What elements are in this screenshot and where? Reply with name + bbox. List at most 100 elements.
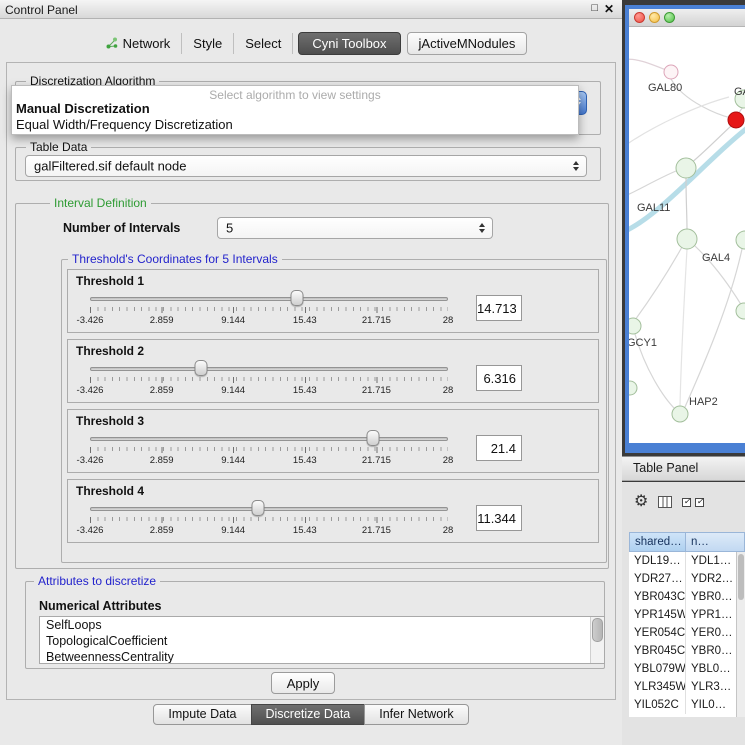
columns-icon[interactable]: [658, 496, 672, 508]
scale-label: 9.144: [221, 455, 245, 466]
dropdown-item-manual-discretization[interactable]: Manual Discretization: [12, 101, 578, 117]
network-node[interactable]: [629, 318, 641, 334]
tab-infer-network[interactable]: Infer Network: [364, 704, 468, 725]
group-title: Interval Definition: [50, 196, 151, 210]
node-label-gal4: GAL4: [702, 252, 730, 264]
select-columns-checkboxes-icon[interactable]: [682, 498, 704, 507]
network-window-titlebar: [629, 9, 745, 27]
tab-label: Select: [245, 36, 281, 51]
table-row[interactable]: YER054CYER0…: [629, 624, 736, 642]
node-label-partial: GA: [734, 86, 745, 98]
slider-track[interactable]: [90, 297, 448, 301]
slider-track[interactable]: [90, 507, 448, 511]
close-traffic-light-icon[interactable]: [634, 12, 645, 23]
top-tabbar: Network Style Select Cyni Toolbox jActiv…: [0, 31, 622, 55]
zoom-traffic-light-icon[interactable]: [664, 12, 675, 23]
group-title: Table Data: [26, 140, 91, 154]
slider-scale: -3.4262.8599.14415.4321.71528: [90, 385, 448, 396]
network-node-selected-red[interactable]: [728, 112, 744, 128]
tab-cyni-toolbox[interactable]: Cyni Toolbox: [298, 32, 400, 55]
threshold-slider[interactable]: -3.4262.8599.14415.4321.71528: [76, 500, 462, 536]
scale-label: 2.859: [150, 455, 174, 466]
list-item[interactable]: TopologicalCoefficient: [40, 633, 604, 649]
threshold-value-field[interactable]: [476, 365, 522, 391]
threshold-slider[interactable]: -3.4262.8599.14415.4321.71528: [76, 360, 462, 396]
slider-ticks: [90, 307, 448, 313]
list-item[interactable]: BetweennessCentrality: [40, 649, 604, 664]
table-row[interactable]: YLR345WYLR3…: [629, 678, 736, 696]
combo-arrows-icon: [479, 223, 485, 233]
threshold-slider[interactable]: -3.4262.8599.14415.4321.71528: [76, 290, 462, 326]
network-icon: [106, 37, 118, 49]
table-row[interactable]: YBR045CYBR0…: [629, 642, 736, 660]
tab-discretize-data[interactable]: Discretize Data: [251, 704, 366, 725]
combo-value: galFiltered.sif default node: [34, 159, 186, 174]
network-node[interactable]: [677, 229, 697, 249]
scale-label: 21.715: [362, 525, 391, 536]
table-panel-title: Table Panel: [633, 461, 698, 475]
list-scrollbar[interactable]: [590, 617, 604, 663]
network-node[interactable]: [676, 158, 696, 178]
network-node[interactable]: [629, 381, 637, 395]
tab-jactivemnodules[interactable]: jActiveMNodules: [407, 32, 528, 55]
table-row[interactable]: YBL079WYBL0…: [629, 660, 736, 678]
tab-label: Network: [123, 36, 171, 51]
slider-thumb[interactable]: [366, 430, 379, 446]
gear-icon[interactable]: ⚙: [634, 494, 648, 510]
scale-label: 21.715: [362, 385, 391, 396]
num-intervals-combo[interactable]: 5: [217, 217, 493, 239]
threshold-value-field[interactable]: [476, 505, 522, 531]
list-item[interactable]: SelfLoops: [40, 617, 604, 633]
threshold-value-field[interactable]: [476, 435, 522, 461]
minimize-traffic-light-icon[interactable]: [649, 12, 660, 23]
threshold-slider[interactable]: -3.4262.8599.14415.4321.71528: [76, 430, 462, 466]
network-view-window[interactable]: GAL80 GAL11 GAL4 GCY1 HAP2 GA: [625, 5, 745, 453]
column-header-shared-name[interactable]: shared…: [629, 532, 686, 552]
group-title: Attributes to discretize: [34, 574, 160, 588]
scale-label: 9.144: [221, 525, 245, 536]
group-title: Threshold's Coordinates for 5 Intervals: [68, 252, 282, 266]
slider-track[interactable]: [90, 437, 448, 441]
table-row[interactable]: YPR145WYPR1…: [629, 606, 736, 624]
table-row[interactable]: YBR043CYBR0…: [629, 588, 736, 606]
table-row[interactable]: YIL052CYIL0…: [629, 696, 736, 714]
table-row[interactable]: YDR27…YDR2…: [629, 570, 736, 588]
slider-thumb[interactable]: [194, 360, 207, 376]
tab-network[interactable]: Network: [95, 33, 183, 54]
tab-select[interactable]: Select: [234, 33, 293, 54]
scale-label: 15.43: [293, 315, 317, 326]
network-node[interactable]: [736, 303, 745, 319]
tab-impute-data[interactable]: Impute Data: [153, 704, 251, 725]
tab-label: Style: [193, 36, 222, 51]
threshold-value-field[interactable]: [476, 295, 522, 321]
slider-track[interactable]: [90, 367, 448, 371]
close-icon[interactable]: ✕: [604, 2, 614, 16]
column-header-name[interactable]: n…: [686, 532, 745, 552]
attribute-list[interactable]: SelfLoopsTopologicalCoefficientBetweenne…: [39, 616, 605, 664]
tab-style[interactable]: Style: [182, 33, 234, 54]
slider-thumb[interactable]: [252, 500, 265, 516]
combo-arrows-icon: [573, 161, 579, 171]
slider-ticks: [90, 377, 448, 383]
shared-name-cell: YDL19…: [629, 552, 686, 570]
table-row[interactable]: YDL19…YDL1…: [629, 552, 736, 570]
slider-ticks: [90, 517, 448, 523]
scale-label: -3.426: [77, 455, 104, 466]
float-window-icon[interactable]: □: [591, 2, 598, 14]
slider-thumb[interactable]: [290, 290, 303, 306]
name-cell: YIL0…: [686, 696, 736, 714]
scrollbar-thumb[interactable]: [738, 554, 744, 600]
shared-name-cell: YBR045C: [629, 642, 686, 660]
scale-label: 15.43: [293, 385, 317, 396]
table-header: shared… n…: [629, 532, 745, 552]
table-scrollbar[interactable]: [736, 552, 745, 717]
network-node[interactable]: [736, 231, 745, 249]
table-data-combo[interactable]: galFiltered.sif default node: [25, 155, 587, 177]
apply-button[interactable]: Apply: [271, 672, 335, 694]
network-node[interactable]: [664, 65, 678, 79]
network-node[interactable]: [672, 406, 688, 422]
dropdown-item-equal-width-frequency[interactable]: Equal Width/Frequency Discretization: [12, 117, 578, 133]
network-canvas[interactable]: GAL80 GAL11 GAL4 GCY1 HAP2 GA: [629, 27, 745, 443]
scrollbar-thumb[interactable]: [592, 618, 603, 642]
shared-name-cell: YIL052C: [629, 696, 686, 714]
